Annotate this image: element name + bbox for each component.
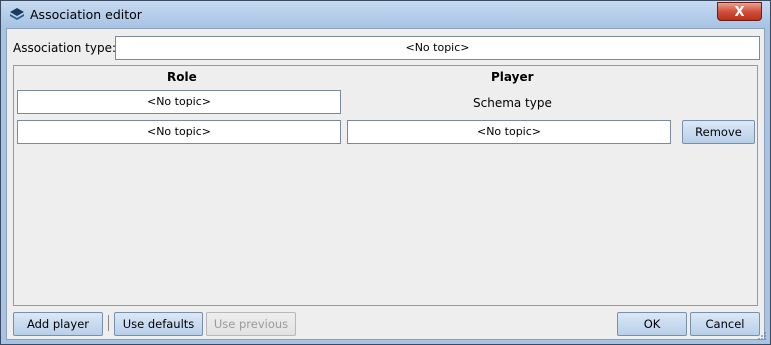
app-icon (10, 8, 24, 20)
window-title: Association editor (30, 7, 142, 22)
dialog-body: Association type: <No topic> Role Player… (6, 28, 765, 340)
remove-button[interactable]: Remove (682, 120, 755, 144)
cancel-button[interactable]: Cancel (690, 312, 760, 336)
role-field-2[interactable]: <No topic> (17, 120, 341, 144)
players-panel: Role Player <No topic> Schema type <No t… (13, 65, 758, 306)
role-field-1[interactable]: <No topic> (17, 90, 341, 114)
use-previous-button: Use previous (206, 312, 296, 336)
use-defaults-button[interactable]: Use defaults (114, 312, 203, 336)
schema-type-label: Schema type (473, 96, 552, 110)
player-field-2[interactable]: <No topic> (347, 120, 671, 144)
player-column-header: Player (491, 70, 534, 84)
title-bar[interactable]: Association editor X (1, 1, 770, 27)
association-type-label: Association type: (13, 41, 116, 55)
resize-grip-icon[interactable] (757, 331, 767, 341)
role-column-header: Role (167, 70, 197, 84)
association-type-field[interactable]: <No topic> (115, 36, 760, 60)
footer-separator (108, 315, 109, 331)
association-editor-window: Association editor X Association type: <… (0, 0, 771, 345)
add-player-button[interactable]: Add player (13, 312, 103, 336)
close-button[interactable]: X (717, 2, 762, 21)
ok-button[interactable]: OK (617, 312, 687, 336)
